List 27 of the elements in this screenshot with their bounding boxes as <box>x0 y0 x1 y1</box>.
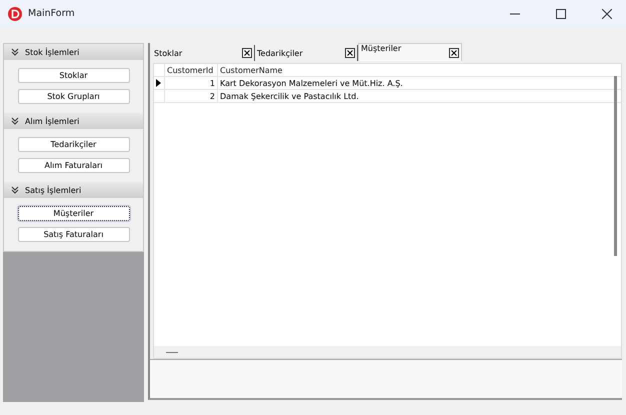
sidebar-button[interactable]: Alım Faturaları <box>18 158 130 173</box>
group-header[interactable]: Satış İşlemleri <box>4 182 143 198</box>
close-tab-icon[interactable] <box>345 48 355 58</box>
sidebar-button[interactable]: Müşteriler <box>18 206 130 221</box>
window-title: MainForm <box>28 8 75 19</box>
close-tab-icon[interactable] <box>449 48 459 58</box>
table-cell: 2 <box>165 90 218 102</box>
current-row-icon <box>156 79 161 87</box>
sidebar-button[interactable]: Satış Faturaları <box>18 227 130 242</box>
maximize-icon[interactable] <box>556 8 566 18</box>
group-header[interactable]: Stok İşlemleri <box>4 44 143 60</box>
close-tab-icon[interactable] <box>242 48 252 58</box>
group-header[interactable]: Alım İşlemleri <box>4 113 143 129</box>
sidebar-button[interactable]: Tedarikçiler <box>18 137 130 152</box>
tab[interactable]: Stoklar <box>152 45 255 61</box>
table-cell: 1 <box>165 77 218 89</box>
table-cell-text: Damak Şekercilik ve Pastacılık Ltd. <box>219 90 360 102</box>
row-header[interactable] <box>154 77 165 89</box>
close-icon[interactable] <box>602 8 612 18</box>
column-header[interactable]: CustomerId <box>165 64 218 76</box>
scrollbar[interactable] <box>614 76 617 256</box>
table-cell-text: Kart Dekorasyon Malzemeleri ve Müt.Hiz. A.Ş. <box>219 78 404 89</box>
sidebar-button[interactable]: Stok Grupları <box>18 89 130 104</box>
tab[interactable]: Müşteriler <box>358 43 462 61</box>
sidebar-button[interactable]: Stoklar <box>18 68 130 83</box>
app-logo-icon <box>8 6 22 20</box>
column-header[interactable]: CustomerName <box>218 64 284 76</box>
